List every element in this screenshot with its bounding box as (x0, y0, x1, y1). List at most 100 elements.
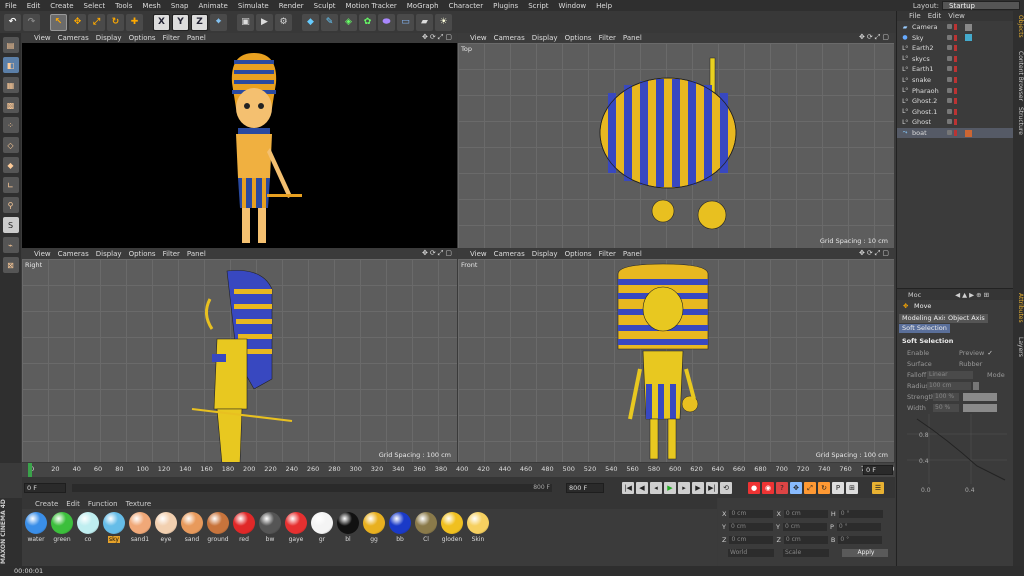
falloff-graph[interactable]: 0.8 0.4 0.0 0.4 (907, 414, 1007, 494)
rot-b-field[interactable]: 0 ° (838, 536, 883, 544)
menu-motion-tracker[interactable]: Motion Tracker (341, 2, 402, 10)
visibility-dots-icon[interactable] (954, 119, 957, 126)
object-row[interactable]: L⁰ Ghost (897, 117, 1014, 127)
locked-workplane-icon[interactable]: ⊠ (2, 257, 19, 273)
scale-key-icon[interactable]: ⤢ (804, 482, 816, 494)
menu-tools[interactable]: Tools (110, 2, 137, 10)
next-frame-icon[interactable]: ▸ (678, 482, 690, 494)
deformer-icon[interactable]: ⬬ (378, 13, 395, 31)
pos-x-field[interactable]: 0 cm (729, 510, 774, 518)
visibility-toggles[interactable] (947, 119, 957, 126)
viewport-right[interactable]: View Cameras Display Options Filter Pane… (22, 249, 457, 462)
obj-menu-edit[interactable]: Edit (928, 12, 942, 20)
strength-slider[interactable] (963, 393, 997, 401)
preview-checkbox[interactable]: ✓ (987, 349, 992, 357)
radius-slider[interactable] (973, 382, 979, 390)
object-row[interactable]: L⁰ Ghost.2 (897, 96, 1014, 106)
rot-h-field[interactable]: 0 ° (838, 510, 883, 518)
play-icon[interactable]: ▶ (664, 482, 676, 494)
live-selection-icon[interactable]: ↖ (50, 13, 67, 31)
layer-icon[interactable] (947, 34, 952, 40)
render-view-icon[interactable]: ▣ (237, 13, 254, 31)
subdivision-icon[interactable]: ◈ (340, 13, 357, 31)
menu-script[interactable]: Script (523, 2, 553, 10)
rotation-key-icon[interactable]: ↻ (818, 482, 830, 494)
visibility-dots-icon[interactable] (954, 24, 957, 30)
radius-field[interactable]: 100 cm (927, 382, 971, 390)
prev-frame-icon[interactable]: ◂ (650, 482, 662, 494)
object-row[interactable]: L⁰ Earth2 (897, 43, 1014, 53)
vp-menu-display[interactable]: Display (532, 34, 558, 42)
visibility-dots-icon[interactable] (954, 87, 957, 94)
layer-icon[interactable] (947, 108, 952, 114)
tab-layers[interactable]: Layers (1013, 337, 1024, 357)
viewport-nav-icons[interactable]: ✥⟳⤢▢ (422, 33, 454, 42)
menu-window[interactable]: Window (554, 2, 592, 10)
floor-icon[interactable]: ▭ (397, 13, 414, 31)
start-frame-field[interactable]: 0 F (24, 483, 66, 493)
pla-key-icon[interactable]: ⊞ (846, 482, 858, 494)
attr-nav-icons[interactable]: ◀▲▶⊕⊞ (955, 291, 991, 299)
visibility-dots-icon[interactable] (954, 66, 957, 73)
undo-icon[interactable]: ↶ (4, 13, 21, 31)
tag-icon[interactable] (965, 129, 972, 137)
vp-menu-panel[interactable]: Panel (623, 34, 642, 42)
visibility-toggles[interactable] (947, 24, 957, 30)
visibility-toggles[interactable] (947, 66, 957, 73)
pos-y-field[interactable]: 0 cm (728, 523, 773, 531)
tab-object-axis[interactable]: Object Axis (945, 314, 988, 323)
obj-menu-view[interactable]: View (948, 12, 965, 20)
autokey-icon[interactable]: ◉ (762, 482, 774, 494)
layer-icon[interactable] (947, 77, 952, 82)
param-key-icon[interactable]: P (832, 482, 844, 494)
size-y-field[interactable]: 0 cm (782, 523, 827, 531)
material-swatch[interactable]: ground (206, 512, 230, 543)
vp-menu-display[interactable]: Display (532, 250, 558, 258)
material-swatch[interactable]: green (50, 512, 74, 543)
position-key-icon[interactable]: ✥ (790, 482, 802, 494)
material-swatch[interactable]: red (232, 512, 256, 543)
model-mode-icon[interactable]: ◧ (2, 57, 19, 73)
material-swatch[interactable]: gaye (284, 512, 308, 543)
object-row[interactable]: ● Sky (897, 33, 1014, 43)
viewport-perspective[interactable]: View Cameras Display Options Filter Pane… (22, 33, 457, 248)
timeline-window-icon[interactable]: ☰ (872, 482, 884, 494)
vp-menu-view[interactable]: View (34, 34, 51, 42)
material-swatch[interactable]: sand (180, 512, 204, 543)
light-icon[interactable]: ☀ (435, 13, 452, 31)
material-swatch[interactable]: eye (154, 512, 178, 543)
record-keys-icon[interactable]: ● (748, 482, 760, 494)
timeline-ruler[interactable]: 0 20 40 60 80 100 120 140 160 180 200 220 240 260 280 3… (22, 463, 895, 477)
workplane-icon[interactable]: ▩ (2, 97, 19, 113)
mat-menu-edit[interactable]: Edit (66, 500, 80, 508)
range-slider[interactable]: 800 F (72, 484, 552, 492)
vp-menu-display[interactable]: Display (96, 250, 122, 258)
scale-dropdown[interactable]: Scale (783, 549, 829, 557)
pos-z-field[interactable]: 0 cm (729, 536, 774, 544)
tab-attributes[interactable]: Attributes (1013, 293, 1024, 323)
current-frame-field[interactable]: 0 F (863, 465, 893, 475)
menu-animate[interactable]: Animate (193, 2, 232, 10)
visibility-toggles[interactable] (947, 98, 957, 105)
visibility-dots-icon[interactable] (954, 77, 957, 83)
width-slider[interactable] (963, 404, 997, 412)
loop-icon[interactable]: ⟲ (720, 482, 732, 494)
layer-icon[interactable] (947, 98, 952, 104)
layout-dropdown[interactable]: Startup (942, 1, 1020, 10)
viewport-nav-icons[interactable]: ✥⟳⤢▢ (859, 249, 891, 258)
cube-icon[interactable]: ◆ (302, 13, 319, 31)
menu-sculpt[interactable]: Sculpt (309, 2, 341, 10)
x-axis-lock-icon[interactable]: X (153, 13, 170, 31)
mat-menu-function[interactable]: Function (88, 500, 118, 508)
vp-menu-cameras[interactable]: Cameras (494, 250, 525, 258)
visibility-toggles[interactable] (947, 130, 957, 136)
object-row[interactable]: L⁰ Pharaoh (897, 86, 1014, 96)
viewport-nav-icons[interactable]: ✥⟳⤢▢ (859, 33, 891, 42)
material-swatch[interactable]: sand1 (128, 512, 152, 543)
texture-mode-icon[interactable]: ▦ (2, 77, 19, 93)
tag-icon[interactable] (965, 34, 972, 42)
tweak-mode-icon[interactable]: ⚲ (2, 197, 19, 213)
layer-icon[interactable] (947, 130, 952, 135)
material-swatch[interactable]: bw (258, 512, 282, 543)
material-swatch[interactable]: Cl (414, 512, 438, 543)
